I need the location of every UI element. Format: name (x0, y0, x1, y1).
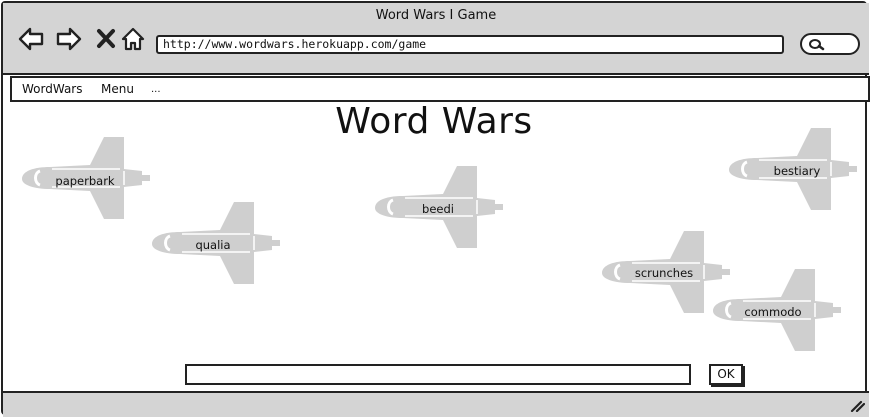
resize-grip-icon[interactable] (849, 398, 865, 412)
ship-beedi: beedi (373, 164, 503, 248)
ship-word: commodo (744, 305, 802, 319)
ship-bestiary: bestiary (727, 126, 857, 210)
back-arrow-icon[interactable] (17, 25, 45, 53)
close-x-icon[interactable] (93, 25, 121, 53)
ship-word: qualia (195, 238, 231, 252)
window-title: Word Wars I Game (375, 8, 497, 23)
menu-bar: WordWars Menu ... (10, 76, 870, 102)
browser-titlebar: Word Wars I Game http://www.wordwars.her… (3, 3, 869, 75)
ship-word: bestiary (773, 164, 821, 178)
url-bar[interactable]: http://www.wordwars.herokuapp.com/game (156, 35, 784, 54)
ship-paperbark: paperbark (20, 135, 150, 219)
search-field[interactable] (800, 33, 860, 55)
search-icon (809, 39, 825, 51)
menu-item-more[interactable]: ... (151, 84, 161, 95)
browser-statusbar (3, 391, 869, 417)
word-answer-input[interactable] (185, 364, 691, 385)
home-icon[interactable] (120, 25, 148, 53)
ship-word: scrunches (634, 266, 694, 280)
ship-word: paperbark (55, 174, 115, 188)
menu-item-wordwars[interactable]: WordWars (22, 82, 82, 96)
ok-button[interactable]: OK (709, 364, 743, 385)
ship-qualia: qualia (150, 200, 280, 284)
forward-arrow-icon[interactable] (55, 25, 83, 53)
menu-item-menu[interactable]: Menu (101, 82, 134, 96)
browser-window: Word Wars I Game http://www.wordwars.her… (1, 1, 870, 417)
ship-word: beedi (422, 202, 454, 216)
ship-commodo: commodo (711, 267, 841, 351)
